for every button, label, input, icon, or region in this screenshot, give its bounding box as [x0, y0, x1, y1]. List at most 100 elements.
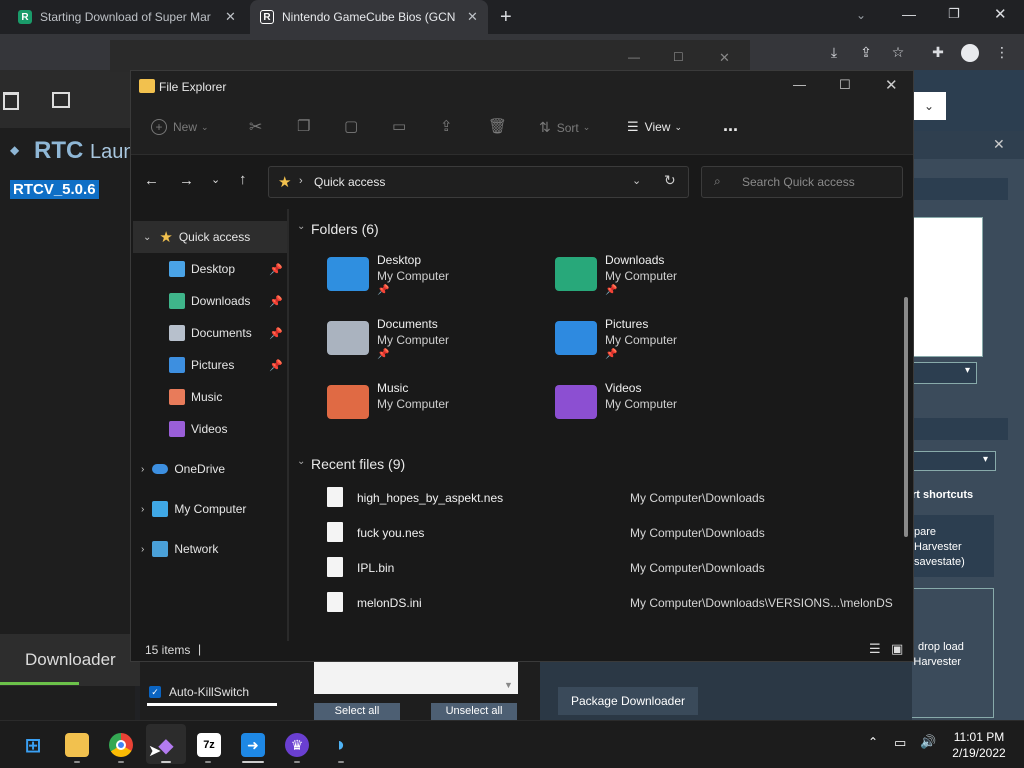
nav-downloads[interactable]: Downloads 📌 — [131, 285, 287, 317]
tab-gamecube-bios[interactable]: R Nintendo GameCube Bios (GCN ✕ — [250, 0, 488, 34]
maximize-icon[interactable]: ☐ — [839, 77, 851, 93]
tab-starting-download[interactable]: R Starting Download of Super Mar ✕ — [8, 0, 248, 34]
chrome-icon[interactable] — [109, 733, 133, 757]
profile-avatar-icon[interactable] — [961, 44, 979, 62]
details-view-icon[interactable]: ☰ — [869, 641, 881, 657]
monster-app-icon[interactable]: ♛ — [285, 733, 309, 757]
chevron-down-icon: ⌄ — [143, 231, 152, 243]
chevron-down-icon[interactable]: ⌄ — [297, 221, 305, 232]
share-icon[interactable]: ⇪ — [856, 42, 876, 62]
recent-file-row[interactable]: high_hopes_by_aspekt.nes My Computer\Down… — [319, 481, 899, 515]
trash-icon[interactable] — [3, 92, 19, 110]
file-explorer-taskbar-icon[interactable] — [65, 733, 89, 757]
music-icon — [169, 389, 185, 405]
nav-network[interactable]: › Network — [131, 533, 287, 565]
downloader-tab[interactable]: Downloader — [0, 634, 140, 686]
7zip-icon[interactable]: 7z — [197, 733, 221, 757]
folder-location: My Computer — [377, 333, 450, 347]
windows-start-icon[interactable]: ⊞ — [21, 733, 45, 757]
recent-file-row[interactable]: IPL.bin My Computer\Downloads — [319, 551, 899, 585]
nav-music[interactable]: Music — [131, 381, 287, 413]
bookmark-star-icon[interactable]: ☆ — [888, 42, 908, 62]
chevron-down-icon[interactable]: ⌄ — [297, 456, 305, 467]
address-dropdown-icon[interactable]: ⌄ — [632, 174, 641, 187]
menu-dots-icon[interactable]: ⋮ — [992, 42, 1012, 62]
more-options-icon[interactable]: ... — [723, 115, 738, 136]
status-separator: | — [198, 642, 202, 656]
recent-file-row[interactable]: melonDS.ini My Computer\Downloads\VERSION… — [319, 586, 899, 620]
compare-harvester-button[interactable]: pare Harvester savestate) — [912, 515, 994, 577]
select-dropdown[interactable]: ▾ — [912, 362, 977, 384]
close-tab-icon[interactable]: ✕ — [225, 9, 236, 25]
folder-tile-documents[interactable]: Documents My Computer 📌 — [327, 317, 547, 373]
shortcuts-label: rt shortcuts — [912, 489, 974, 501]
package-downloader-button[interactable]: Package Downloader — [558, 687, 698, 715]
tab-search-icon[interactable]: ⌄ — [856, 8, 866, 22]
documents-folder-icon — [327, 321, 369, 355]
extensions-icon[interactable]: ✚ — [928, 42, 948, 62]
share-icon[interactable]: ⇪ — [440, 117, 453, 135]
forward-arrow-icon[interactable]: → — [179, 172, 194, 189]
list-box[interactable]: ▼ — [314, 662, 518, 694]
search-box[interactable]: ⌕ Search Quick access — [701, 166, 903, 198]
nav-desktop[interactable]: Desktop 📌 — [131, 253, 287, 285]
rename-icon[interactable]: ▭ — [392, 117, 406, 135]
scrollbar-thumb[interactable] — [904, 297, 908, 537]
checkbox-icon[interactable]: ✓ — [149, 686, 161, 698]
refresh-icon[interactable]: ↻ — [664, 172, 676, 189]
rtcv-version-label[interactable]: RTCV_5.0.6 — [10, 180, 99, 199]
recent-header[interactable]: Recent files (9) — [311, 456, 405, 472]
back-arrow-icon[interactable]: ← — [144, 172, 159, 189]
close-icon[interactable]: ✕ — [719, 50, 730, 66]
nav-onedrive[interactable]: › OneDrive — [131, 453, 287, 485]
folder-tile-pictures[interactable]: Pictures My Computer 📌 — [555, 317, 775, 373]
nav-videos[interactable]: Videos — [131, 413, 287, 445]
address-bar[interactable]: ★ › Quick access ⌄ ↻ — [268, 166, 689, 198]
close-window-icon[interactable]: ✕ — [994, 5, 1007, 23]
nav-pictures[interactable]: Pictures 📌 — [131, 349, 287, 381]
cut-icon[interactable]: ✂ — [249, 117, 262, 137]
unselect-all-button[interactable]: Unselect all — [431, 703, 517, 720]
arrow-app-icon[interactable]: ➜ — [241, 733, 265, 757]
recent-file-row[interactable]: fuck you.nes My Computer\Downloads — [319, 516, 899, 550]
copy-icon[interactable]: ❐ — [297, 117, 310, 135]
new-tab-button[interactable]: + — [500, 6, 512, 29]
recent-locations-icon[interactable]: ⌄ — [211, 173, 220, 186]
select-all-button[interactable]: Select all — [314, 703, 400, 720]
folder-tile-videos[interactable]: Videos My Computer — [555, 381, 775, 437]
restore-icon[interactable]: ❐ — [948, 6, 960, 22]
system-clock[interactable]: 11:01 PM 2/19/2022 — [946, 729, 1012, 761]
chevron-up-icon[interactable]: ⌃ — [868, 735, 878, 749]
box-line: savestate) — [914, 556, 965, 568]
select-dropdown[interactable]: ▾ — [912, 451, 996, 471]
download-icon[interactable]: ⤓ — [824, 42, 844, 62]
tiles-view-icon[interactable]: ▣ — [891, 641, 903, 657]
folders-header[interactable]: Folders (6) — [311, 221, 379, 237]
close-icon[interactable]: ✕ — [993, 136, 1005, 153]
minimize-icon[interactable]: — — [628, 50, 640, 64]
delete-icon[interactable]: 🗑 — [488, 117, 507, 135]
dolphin-icon[interactable]: ◗ — [329, 733, 353, 757]
minimize-icon[interactable]: — — [902, 6, 916, 22]
file-icon — [327, 487, 343, 507]
close-icon[interactable]: ✕ — [885, 76, 898, 94]
maximize-icon[interactable]: ☐ — [673, 50, 684, 64]
nav-my-computer[interactable]: › My Computer — [131, 493, 287, 525]
close-tab-icon[interactable]: ✕ — [467, 9, 478, 25]
nav-documents[interactable]: Documents 📌 — [131, 317, 287, 349]
sort-button[interactable]: ⇅ Sort ⌄ — [539, 119, 590, 136]
paste-icon[interactable]: ▢ — [344, 117, 358, 135]
dropdown-chevron-icon[interactable]: ⌄ — [912, 92, 946, 120]
nav-quick-access[interactable]: ⌄ ★ Quick access — [133, 221, 287, 253]
network-monitor-icon[interactable]: ▭ — [894, 735, 906, 751]
volume-icon[interactable]: 🔊 — [920, 734, 936, 750]
minimize-icon[interactable]: — — [793, 77, 806, 92]
folder-tile-music[interactable]: Music My Computer — [327, 381, 547, 437]
view-button[interactable]: ☰ View ⌄ — [627, 119, 682, 135]
folder-tile-desktop[interactable]: Desktop My Computer 📌 — [327, 253, 547, 309]
new-button[interactable]: + New ⌄ — [151, 119, 209, 135]
folder-tile-downloads[interactable]: Downloads My Computer 📌 — [555, 253, 775, 309]
up-arrow-icon[interactable]: ↑ — [239, 171, 247, 188]
music-folder-icon — [327, 385, 369, 419]
folder-arrow-icon[interactable] — [52, 92, 70, 108]
